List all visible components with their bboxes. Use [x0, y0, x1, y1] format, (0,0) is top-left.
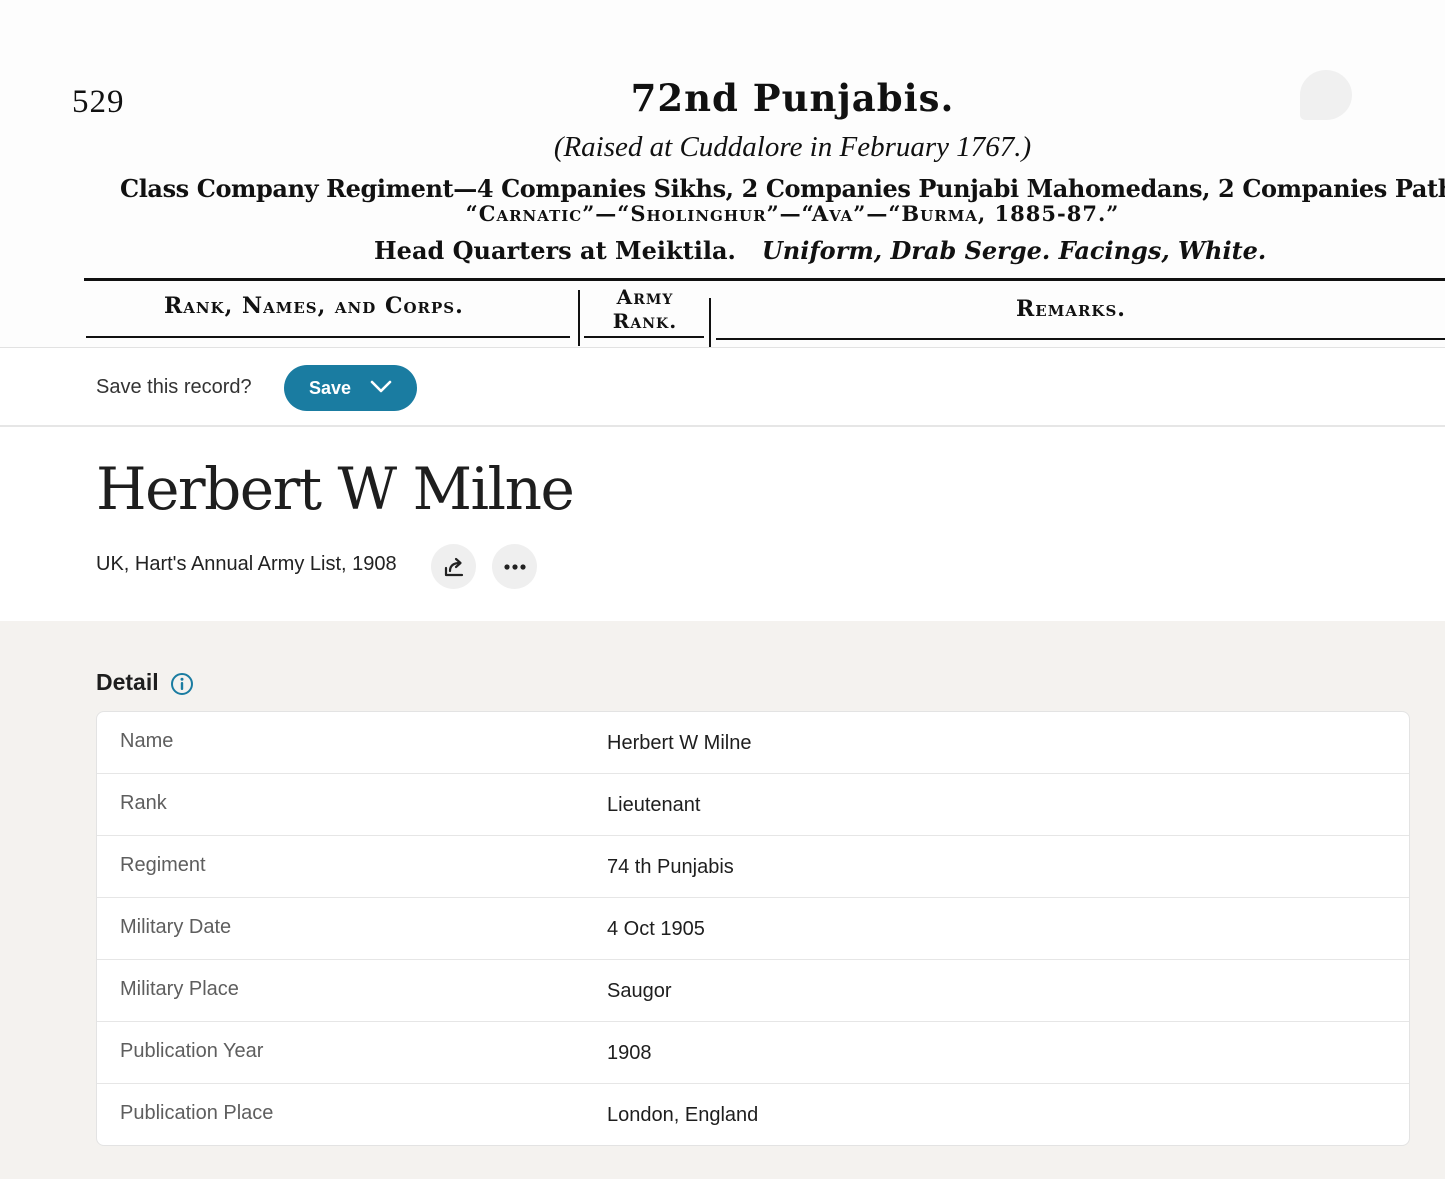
- detail-row-publication-place: Publication Place London, England: [97, 1084, 1409, 1145]
- scan-hq-text: Head Quarters at Meiktila.: [374, 236, 736, 265]
- page-title: Herbert W Milne: [96, 455, 575, 523]
- more-icon: [503, 563, 526, 570]
- scan-divider: [709, 298, 711, 347]
- detail-label: Military Date: [120, 916, 232, 938]
- more-options-button[interactable]: [492, 544, 537, 589]
- scan-honours-line: “Carnatic”—“Sholinghur”—“Ava”—“Burma, 18…: [465, 201, 1120, 226]
- detail-value: Herbert W Milne: [607, 732, 752, 754]
- scan-underline: [584, 336, 704, 338]
- detail-value: 4 Oct 1905: [607, 918, 705, 940]
- record-image[interactable]: 529 72nd Punjabis. (Raised at Cuddalore …: [0, 0, 1445, 347]
- scan-underline: [86, 336, 570, 338]
- scan-col-rank-names: Rank, Names, and Corps.: [164, 293, 464, 319]
- detail-label: Military Place: [120, 978, 239, 1000]
- save-button-label: Save: [309, 377, 352, 398]
- scan-rule: [84, 278, 1445, 281]
- detail-value: 74 th Punjabis: [607, 856, 734, 878]
- scan-col-remarks: Remarks.: [1016, 296, 1126, 322]
- save-bar: Save this record? Save: [0, 347, 1445, 427]
- scan-underline: [716, 338, 1445, 340]
- detail-value: 1908: [607, 1042, 652, 1064]
- detail-label: Publication Year: [120, 1040, 264, 1062]
- scan-subtitle: (Raised at Cuddalore in February 1767.): [553, 131, 1032, 163]
- scan-hq-line: Head Quarters at Meiktila. Uniform, Drab …: [374, 236, 1266, 265]
- detail-row-rank: Rank Lieutenant: [97, 774, 1409, 836]
- collection-name: UK, Hart's Annual Army List, 1908: [96, 553, 397, 575]
- scan-col-army-rank: Army Rank.: [600, 285, 690, 333]
- scan-title: 72nd Punjabis.: [630, 76, 955, 120]
- share-button[interactable]: [431, 544, 476, 589]
- scan-col-army-rank-top: Army: [616, 285, 674, 309]
- detail-value: London, England: [607, 1104, 759, 1126]
- detail-heading: Detail: [96, 669, 159, 695]
- detail-value: Saugor: [607, 980, 672, 1002]
- detail-value: Lieutenant: [607, 794, 701, 816]
- detail-row-name: Name Herbert W Milne: [97, 712, 1409, 774]
- share-icon: [444, 557, 463, 576]
- scan-class-line: Class Company Regiment—4 Companies Sikhs…: [120, 174, 1445, 203]
- detail-label: Regiment: [120, 854, 206, 876]
- save-button[interactable]: Save: [284, 365, 417, 411]
- detail-label: Name: [120, 730, 174, 752]
- detail-row-regiment: Regiment 74 th Punjabis: [97, 836, 1409, 898]
- detail-row-publication-year: Publication Year 1908: [97, 1022, 1409, 1084]
- detail-label: Rank: [120, 792, 167, 814]
- detail-section: Detail Name Herbert W Milne Rank Lieuten…: [0, 621, 1445, 1179]
- save-prompt: Save this record?: [96, 376, 252, 398]
- info-icon[interactable]: [170, 672, 194, 696]
- detail-row-military-place: Military Place Saugor: [97, 960, 1409, 1022]
- detail-row-military-date: Military Date 4 Oct 1905: [97, 898, 1409, 960]
- scan-divider: [578, 290, 580, 346]
- detail-label: Publication Place: [120, 1102, 274, 1124]
- detail-table: Name Herbert W Milne Rank Lieutenant Reg…: [96, 711, 1410, 1146]
- scan-uniform-text: Uniform, Drab Serge. Facings, White.: [761, 236, 1267, 265]
- chevron-down-icon: [370, 380, 392, 393]
- scan-col-army-rank-bottom: Rank.: [612, 309, 678, 333]
